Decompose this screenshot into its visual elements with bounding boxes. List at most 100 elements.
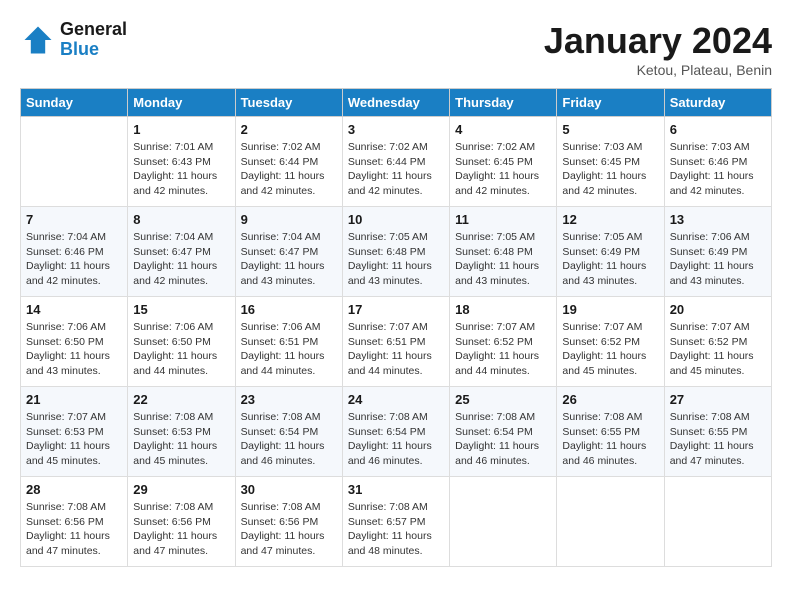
day-info: Sunrise: 7:06 AM Sunset: 6:50 PM Dayligh…	[26, 320, 122, 379]
page-header: General Blue January 2024 Ketou, Plateau…	[20, 20, 772, 78]
day-info: Sunrise: 7:04 AM Sunset: 6:46 PM Dayligh…	[26, 230, 122, 289]
calendar-cell: 23Sunrise: 7:08 AM Sunset: 6:54 PM Dayli…	[235, 387, 342, 477]
header-row: SundayMondayTuesdayWednesdayThursdayFrid…	[21, 89, 772, 117]
calendar-week-row: 14Sunrise: 7:06 AM Sunset: 6:50 PM Dayli…	[21, 297, 772, 387]
day-info: Sunrise: 7:03 AM Sunset: 6:45 PM Dayligh…	[562, 140, 658, 199]
day-info: Sunrise: 7:07 AM Sunset: 6:52 PM Dayligh…	[670, 320, 766, 379]
month-title: January 2024	[544, 20, 772, 62]
calendar-cell: 11 Sunrise: 7:05 AM Sunset: 6:48 PM Dayli…	[450, 207, 557, 297]
calendar-cell: 6Sunrise: 7:03 AM Sunset: 6:46 PM Daylig…	[664, 117, 771, 207]
day-info: Sunrise: 7:02 AM Sunset: 6:44 PM Dayligh…	[348, 140, 444, 199]
title-block: January 2024 Ketou, Plateau, Benin	[544, 20, 772, 78]
day-info: Sunrise: 7:01 AM Sunset: 6:43 PM Dayligh…	[133, 140, 229, 199]
calendar-body: 1Sunrise: 7:01 AM Sunset: 6:43 PM Daylig…	[21, 117, 772, 567]
day-number: 11	[455, 212, 551, 227]
logo: General Blue	[20, 20, 127, 60]
day-number: 25	[455, 392, 551, 407]
weekday-header: Thursday	[450, 89, 557, 117]
calendar-cell: 17Sunrise: 7:07 AM Sunset: 6:51 PM Dayli…	[342, 297, 449, 387]
day-info: Sunrise: 7:08 AM Sunset: 6:53 PM Dayligh…	[133, 410, 229, 469]
weekday-header: Sunday	[21, 89, 128, 117]
day-number: 27	[670, 392, 766, 407]
day-number: 28	[26, 482, 122, 497]
calendar-week-row: 7Sunrise: 7:04 AM Sunset: 6:46 PM Daylig…	[21, 207, 772, 297]
calendar-cell: 18 Sunrise: 7:07 AM Sunset: 6:52 PM Dayli…	[450, 297, 557, 387]
day-number: 18	[455, 302, 551, 317]
day-number: 29	[133, 482, 229, 497]
calendar-week-row: 28 Sunrise: 7:08 AM Sunset: 6:56 PM Dayli…	[21, 477, 772, 567]
calendar-week-row: 1Sunrise: 7:01 AM Sunset: 6:43 PM Daylig…	[21, 117, 772, 207]
day-info: Sunrise: 7:08 AM Sunset: 6:54 PM Dayligh…	[348, 410, 444, 469]
day-info: Sunrise: 7:08 AM Sunset: 6:57 PM Dayligh…	[348, 500, 444, 559]
calendar-cell: 29 Sunrise: 7:08 AM Sunset: 6:56 PM Dayli…	[128, 477, 235, 567]
day-info: Sunrise: 7:08 AM Sunset: 6:55 PM Dayligh…	[562, 410, 658, 469]
day-number: 16	[241, 302, 337, 317]
logo-line1: General	[60, 20, 127, 40]
calendar-cell: 28 Sunrise: 7:08 AM Sunset: 6:56 PM Dayli…	[21, 477, 128, 567]
calendar-cell: 13Sunrise: 7:06 AM Sunset: 6:49 PM Dayli…	[664, 207, 771, 297]
calendar-cell: 5 Sunrise: 7:03 AM Sunset: 6:45 PM Daylig…	[557, 117, 664, 207]
calendar-cell: 21 Sunrise: 7:07 AM Sunset: 6:53 PM Dayli…	[21, 387, 128, 477]
logo-line2: Blue	[60, 40, 127, 60]
day-number: 5	[562, 122, 658, 137]
day-number: 19	[562, 302, 658, 317]
logo-text: General Blue	[60, 20, 127, 60]
day-number: 3	[348, 122, 444, 137]
day-info: Sunrise: 7:07 AM Sunset: 6:53 PM Dayligh…	[26, 410, 122, 469]
day-info: Sunrise: 7:06 AM Sunset: 6:51 PM Dayligh…	[241, 320, 337, 379]
day-info: Sunrise: 7:07 AM Sunset: 6:51 PM Dayligh…	[348, 320, 444, 379]
day-info: Sunrise: 7:08 AM Sunset: 6:56 PM Dayligh…	[26, 500, 122, 559]
calendar-cell: 14Sunrise: 7:06 AM Sunset: 6:50 PM Dayli…	[21, 297, 128, 387]
weekday-header: Wednesday	[342, 89, 449, 117]
day-number: 8	[133, 212, 229, 227]
weekday-header: Friday	[557, 89, 664, 117]
calendar-cell: 9 Sunrise: 7:04 AM Sunset: 6:47 PM Daylig…	[235, 207, 342, 297]
calendar-cell: 24Sunrise: 7:08 AM Sunset: 6:54 PM Dayli…	[342, 387, 449, 477]
day-info: Sunrise: 7:05 AM Sunset: 6:49 PM Dayligh…	[562, 230, 658, 289]
day-number: 20	[670, 302, 766, 317]
day-info: Sunrise: 7:04 AM Sunset: 6:47 PM Dayligh…	[133, 230, 229, 289]
calendar-cell: 22Sunrise: 7:08 AM Sunset: 6:53 PM Dayli…	[128, 387, 235, 477]
calendar-cell: 12Sunrise: 7:05 AM Sunset: 6:49 PM Dayli…	[557, 207, 664, 297]
calendar-cell: 27 Sunrise: 7:08 AM Sunset: 6:55 PM Dayli…	[664, 387, 771, 477]
calendar-cell	[664, 477, 771, 567]
calendar-header: SundayMondayTuesdayWednesdayThursdayFrid…	[21, 89, 772, 117]
day-number: 31	[348, 482, 444, 497]
day-info: Sunrise: 7:08 AM Sunset: 6:56 PM Dayligh…	[133, 500, 229, 559]
day-info: Sunrise: 7:02 AM Sunset: 6:44 PM Dayligh…	[241, 140, 337, 199]
calendar-cell: 3 Sunrise: 7:02 AM Sunset: 6:44 PM Daylig…	[342, 117, 449, 207]
calendar-cell: 7Sunrise: 7:04 AM Sunset: 6:46 PM Daylig…	[21, 207, 128, 297]
calendar-cell: 26Sunrise: 7:08 AM Sunset: 6:55 PM Dayli…	[557, 387, 664, 477]
day-number: 2	[241, 122, 337, 137]
day-info: Sunrise: 7:06 AM Sunset: 6:49 PM Dayligh…	[670, 230, 766, 289]
weekday-header: Monday	[128, 89, 235, 117]
calendar-cell	[557, 477, 664, 567]
day-number: 6	[670, 122, 766, 137]
day-number: 21	[26, 392, 122, 407]
calendar-table: SundayMondayTuesdayWednesdayThursdayFrid…	[20, 88, 772, 567]
day-info: Sunrise: 7:04 AM Sunset: 6:47 PM Dayligh…	[241, 230, 337, 289]
logo-icon	[20, 22, 56, 58]
calendar-cell: 2 Sunrise: 7:02 AM Sunset: 6:44 PM Daylig…	[235, 117, 342, 207]
calendar-cell: 20 Sunrise: 7:07 AM Sunset: 6:52 PM Dayli…	[664, 297, 771, 387]
day-number: 30	[241, 482, 337, 497]
day-info: Sunrise: 7:08 AM Sunset: 6:54 PM Dayligh…	[455, 410, 551, 469]
calendar-cell: 10Sunrise: 7:05 AM Sunset: 6:48 PM Dayli…	[342, 207, 449, 297]
day-info: Sunrise: 7:05 AM Sunset: 6:48 PM Dayligh…	[455, 230, 551, 289]
day-number: 4	[455, 122, 551, 137]
calendar-cell: 16 Sunrise: 7:06 AM Sunset: 6:51 PM Dayli…	[235, 297, 342, 387]
calendar-cell	[21, 117, 128, 207]
day-info: Sunrise: 7:08 AM Sunset: 6:54 PM Dayligh…	[241, 410, 337, 469]
day-info: Sunrise: 7:07 AM Sunset: 6:52 PM Dayligh…	[562, 320, 658, 379]
calendar-cell: 15Sunrise: 7:06 AM Sunset: 6:50 PM Dayli…	[128, 297, 235, 387]
calendar-cell: 1Sunrise: 7:01 AM Sunset: 6:43 PM Daylig…	[128, 117, 235, 207]
day-info: Sunrise: 7:07 AM Sunset: 6:52 PM Dayligh…	[455, 320, 551, 379]
day-number: 9	[241, 212, 337, 227]
day-number: 15	[133, 302, 229, 317]
calendar-week-row: 21 Sunrise: 7:07 AM Sunset: 6:53 PM Dayli…	[21, 387, 772, 477]
calendar-cell: 31 Sunrise: 7:08 AM Sunset: 6:57 PM Dayli…	[342, 477, 449, 567]
calendar-cell: 19 Sunrise: 7:07 AM Sunset: 6:52 PM Dayli…	[557, 297, 664, 387]
calendar-cell: 4Sunrise: 7:02 AM Sunset: 6:45 PM Daylig…	[450, 117, 557, 207]
day-info: Sunrise: 7:08 AM Sunset: 6:55 PM Dayligh…	[670, 410, 766, 469]
day-number: 10	[348, 212, 444, 227]
